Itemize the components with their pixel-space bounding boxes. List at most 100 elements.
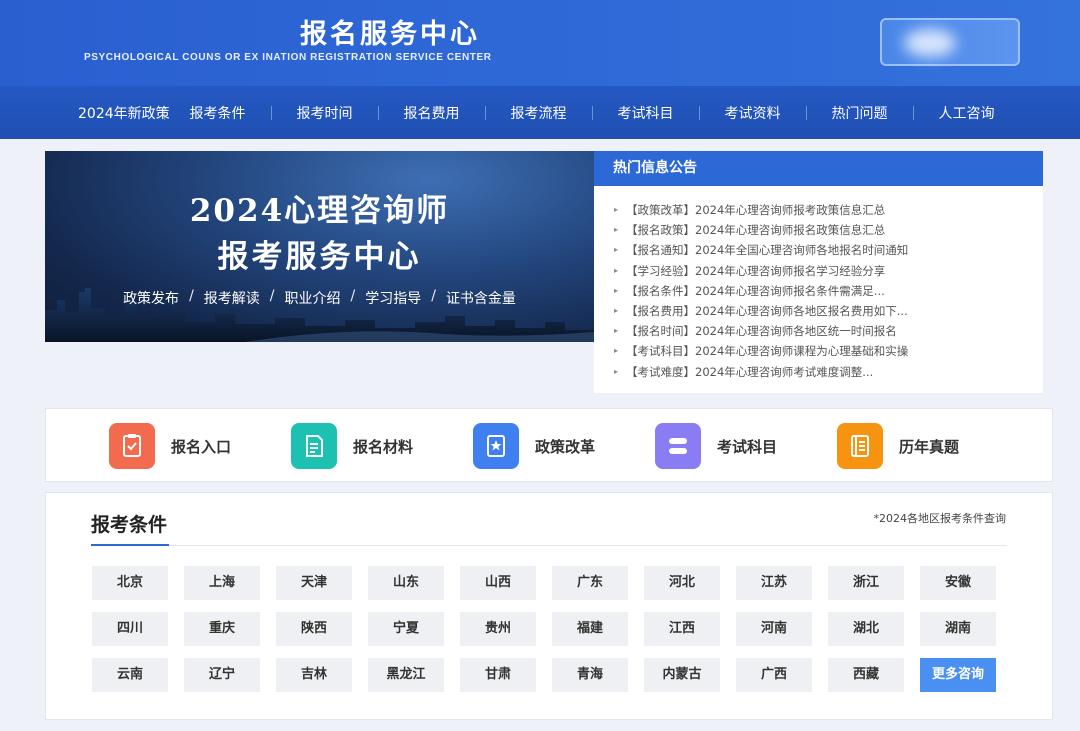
quick-entry-item[interactable]: 历年真题 [837,423,959,469]
notice-tag: 【考试科目】 [626,344,695,359]
region-button[interactable]: 宁夏 [368,612,444,646]
more-consult-button[interactable]: 更多咨询 [920,658,996,692]
region-button[interactable]: 湖南 [920,612,996,646]
quick-entry-item[interactable]: 政策改革 [473,423,595,469]
quick-entry-label: 政策改革 [535,437,596,456]
quick-entry-item[interactable]: 报名材料 [291,423,413,469]
conditions-note: *2024各地区报考条件查询 [873,512,1007,525]
notice-text: 2024年心理咨询师各地区统一时间报名 [695,324,897,339]
notice-item[interactable]: 【学习经验】2024年心理咨询师报名学习经验分享 [594,261,1043,281]
blurred-contact-box [880,18,1020,66]
notice-tag: 【考试难度】 [626,364,695,379]
region-button[interactable]: 山西 [460,566,536,600]
notice-item[interactable]: 【政策改革】2024年心理咨询师报考政策信息汇总 [594,200,1043,220]
region-button[interactable]: 上海 [184,566,260,600]
hero-banner[interactable]: 2024心理咨询师 报考服务中心 政策发布 / 报考解读 / 职业介绍 / 学习指导 / 证书含… [45,151,594,342]
region-button[interactable]: 河北 [644,566,720,600]
region-button[interactable]: 黑龙江 [368,658,444,692]
notice-text: 2024年心理咨询师各地区报名费用如下... [695,303,908,318]
quick-entry-bar: 报名入口 报名材料 政策改革 考试科目 历年真题 [45,408,1053,482]
region-button[interactable]: 内蒙古 [644,658,720,692]
banner-tag: 学习指导 [365,291,422,307]
notice-item[interactable]: 【报名通知】2024年全国心理咨询师各地报名时间通知 [594,240,1043,260]
region-button[interactable]: 安徽 [920,566,996,600]
region-button[interactable]: 陕西 [276,612,352,646]
quick-entry-label: 报名材料 [353,437,414,456]
nav-item[interactable]: 报考流程 [485,103,592,123]
nav-item[interactable]: 考试资料 [699,103,806,123]
notice-item[interactable]: 【报名条件】2024年心理咨询师报名条件需满足... [594,281,1043,301]
banner-tag: 报考解读 [203,291,260,307]
notice-item[interactable]: 【考试科目】2024年心理咨询师课程为心理基础和实操 [594,341,1043,361]
notice-text: 2024年心理咨询师课程为心理基础和实操 [695,344,909,359]
region-button[interactable]: 河南 [736,612,812,646]
hot-notice-panel: 热门信息公告 【政策改革】2024年心理咨询师报考政策信息汇总【报名政策】202… [594,151,1043,393]
region-button[interactable]: 贵州 [460,612,536,646]
region-button[interactable]: 重庆 [184,612,260,646]
quick-entry-item[interactable]: 报名入口 [109,423,231,469]
notice-item[interactable]: 【考试难度】2024年心理咨询师考试难度调整... [594,362,1043,382]
notice-text: 2024年心理咨询师报名学习经验分享 [695,263,886,278]
region-button[interactable]: 甘肃 [460,658,536,692]
notice-text: 2024年心理咨询师报名政策信息汇总 [695,223,886,238]
banner-headline: 2024心理咨询师 [189,193,450,229]
document-icon [291,423,337,469]
notice-item[interactable]: 【报名费用】2024年心理咨询师各地区报名费用如下... [594,301,1043,321]
notice-tag: 【报名时间】 [626,324,695,339]
nav-item[interactable]: 报名费用 [378,103,485,123]
region-button[interactable]: 云南 [92,658,168,692]
quick-entry-item[interactable]: 考试科目 [655,423,777,469]
banner-tag: 政策发布 [123,291,180,307]
quick-entry-label: 考试科目 [717,437,778,456]
banner-tag: 证书含金量 [445,291,516,307]
notice-tag: 【政策改革】 [626,203,695,217]
region-button[interactable]: 青海 [552,658,628,692]
site-header: 报名服务中心 PSYCHOLOGICAL COUNS OR EX INATION… [0,0,1080,86]
region-button[interactable]: 四川 [92,612,168,646]
nav-item[interactable]: 热门问题 [806,103,913,123]
region-button[interactable]: 天津 [276,566,352,600]
region-button[interactable]: 浙江 [828,566,904,600]
notice-tag: 【报名通知】 [626,243,695,258]
main-nav: 2024年新政策 报考条件 报考时间 报名费用 报考流程 考试科目 考试资料 热门问题 人工咨询 [0,86,1080,139]
nav-item[interactable]: 报考时间 [271,103,378,123]
checklist-icon [109,423,155,469]
quick-entry-label: 报名入口 [171,437,232,456]
nav-item[interactable]: 人工咨询 [913,103,1020,123]
region-button[interactable]: 西藏 [828,658,904,692]
tag-separator: / [431,288,436,304]
title-underline [91,544,169,546]
region-button[interactable]: 江苏 [736,566,812,600]
region-button[interactable]: 广西 [736,658,812,692]
notice-list: 【政策改革】2024年心理咨询师报考政策信息汇总【报名政策】2024年心理咨询师… [594,186,1043,382]
nav-item[interactable]: 考试科目 [592,103,699,123]
notice-text: 2024年心理咨询师报考政策信息汇总 [695,203,886,217]
notice-tag: 【报名费用】 [626,303,695,318]
region-button[interactable]: 北京 [92,566,168,600]
region-button[interactable]: 辽宁 [184,658,260,692]
tag-separator: / [350,288,356,304]
nav-item[interactable]: 2024年新政策 [78,103,170,123]
tag-separator: / [189,288,194,304]
notice-tag: 【报名政策】 [626,223,695,238]
region-button[interactable]: 山东 [368,566,444,600]
notice-text: 2024年全国心理咨询师各地报名时间通知 [695,243,909,258]
region-button[interactable]: 吉林 [276,658,352,692]
site-title: 报名服务中心 [300,19,480,50]
conditions-panel: 报考条件 *2024各地区报考条件查询 北京 上海 天津 山东 山西 广东 河北 江苏 浙江 安徽… [45,492,1053,720]
stack-icon [655,423,701,469]
star-book-icon [473,423,519,469]
notice-item[interactable]: 【报名政策】2024年心理咨询师报名政策信息汇总 [594,220,1043,240]
region-button[interactable]: 广东 [552,566,628,600]
notice-tag: 【学习经验】 [626,263,695,278]
region-button[interactable]: 湖北 [828,612,904,646]
banner-tag: 职业介绍 [284,291,341,307]
region-button[interactable]: 福建 [552,612,628,646]
banner-tag-list: 政策发布 / 报考解读 / 职业介绍 / 学习指导 / 证书含金量 [45,288,594,308]
region-button[interactable]: 江西 [644,612,720,646]
notice-title: 热门信息公告 [594,151,1043,186]
conditions-title: 报考条件 [91,514,168,536]
notice-text: 2024年心理咨询师考试难度调整... [695,364,874,379]
nav-item[interactable]: 报考条件 [164,103,271,123]
notice-item[interactable]: 【报名时间】2024年心理咨询师各地区统一时间报名 [594,321,1043,341]
